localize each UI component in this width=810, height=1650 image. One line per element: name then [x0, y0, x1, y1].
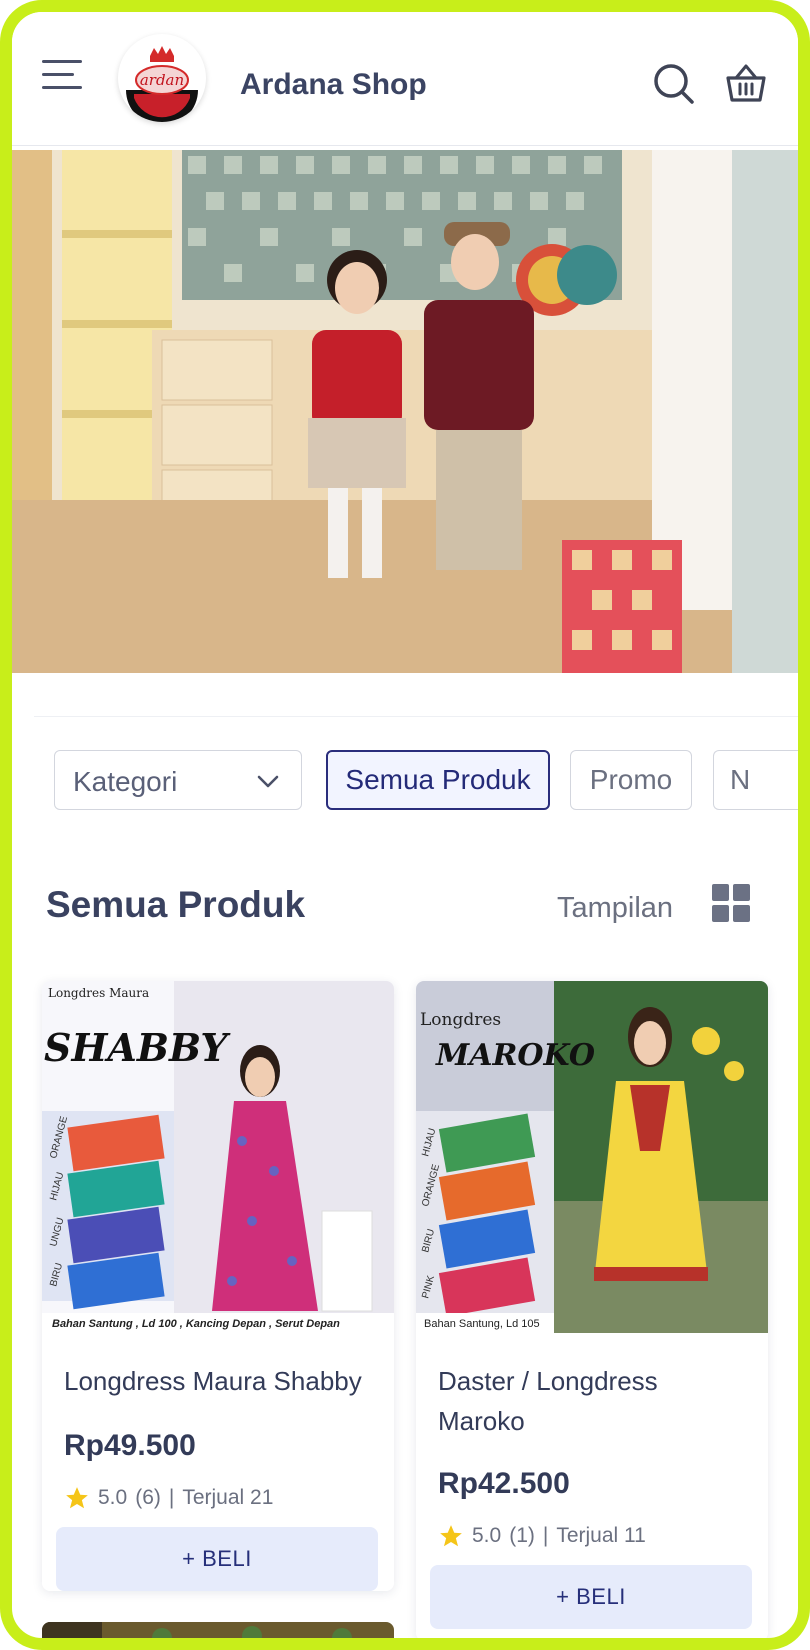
chip-semua-produk[interactable]: Semua Produk [326, 750, 550, 810]
category-select-label: Kategori [73, 766, 178, 797]
star-icon [66, 1487, 88, 1509]
sold-count: Terjual 11 [556, 1524, 646, 1547]
product-price: Rp42.500 [438, 1467, 570, 1500]
svg-text:ardan: ardan [140, 71, 184, 89]
chevron-down-icon [257, 775, 279, 788]
product-image[interactable]: Longdres Maura SHABBY ORANGE HIJAU UNGU … [42, 981, 394, 1333]
rating-value: 5.0 [98, 1486, 128, 1509]
product-name[interactable]: Daster / Longdress Maroko [438, 1361, 738, 1441]
product-card[interactable]: Longdres MAROKO HIJAU ORANGE BIRU PINK B… [416, 981, 768, 1638]
section-divider [34, 716, 798, 717]
separator: | [542, 1524, 549, 1547]
product-rating: 5.0 (6) | Terjual 21 [64, 1485, 273, 1511]
buy-button[interactable]: + BELI [430, 1565, 752, 1629]
rating-value: 5.0 [472, 1524, 502, 1547]
chip-partial[interactable]: N [713, 750, 798, 810]
view-toggle-label: Tampilan [557, 892, 674, 924]
filter-row: Kategori Semua Produk Promo N [12, 750, 798, 814]
review-count: (1) [509, 1524, 535, 1547]
svg-text:SHABBY: SHABBY [44, 1025, 231, 1070]
buy-button[interactable]: + BELI [56, 1527, 378, 1591]
product-rating: 5.0 (1) | Terjual 11 [438, 1523, 646, 1549]
app-header: ardan Ardana Shop [12, 12, 798, 146]
shop-logo: ardan [118, 34, 206, 122]
product-image[interactable]: Longdres MAROKO HIJAU ORANGE BIRU PINK B… [416, 981, 768, 1333]
separator: | [168, 1486, 175, 1509]
svg-text:MAROKO: MAROKO [435, 1038, 595, 1073]
product-name[interactable]: Longdress Maura Shabby [64, 1361, 362, 1401]
star-icon [440, 1525, 462, 1547]
svg-text:Bahan Santung, Ld 105: Bahan Santung, Ld 105 [424, 1318, 540, 1330]
search-icon[interactable] [652, 62, 696, 106]
review-count: (6) [135, 1486, 161, 1509]
basket-icon[interactable] [724, 62, 768, 106]
product-price: Rp49.500 [64, 1429, 196, 1462]
device-frame: ardan Ardana Shop Kategori Semua Produk … [0, 0, 810, 1650]
svg-text:Longdres Maura: Longdres Maura [48, 986, 149, 1000]
product-card[interactable]: Longdres Maura SHABBY ORANGE HIJAU UNGU … [42, 981, 394, 1591]
hamburger-menu-icon[interactable] [42, 60, 82, 90]
section-title: Semua Produk [46, 884, 306, 925]
svg-text:Longdres: Longdres [420, 1010, 501, 1030]
product-card-next[interactable] [42, 1622, 394, 1638]
sold-count: Terjual 21 [182, 1486, 274, 1509]
svg-text:Bahan Santung , Ld 100 , Kanci: Bahan Santung , Ld 100 , Kancing Depan ,… [52, 1318, 340, 1330]
chip-promo[interactable]: Promo [570, 750, 692, 810]
hero-banner-image[interactable] [12, 150, 798, 673]
category-select[interactable]: Kategori [54, 750, 302, 810]
shop-name: Ardana Shop [240, 68, 427, 101]
grid-view-icon[interactable] [712, 884, 750, 922]
